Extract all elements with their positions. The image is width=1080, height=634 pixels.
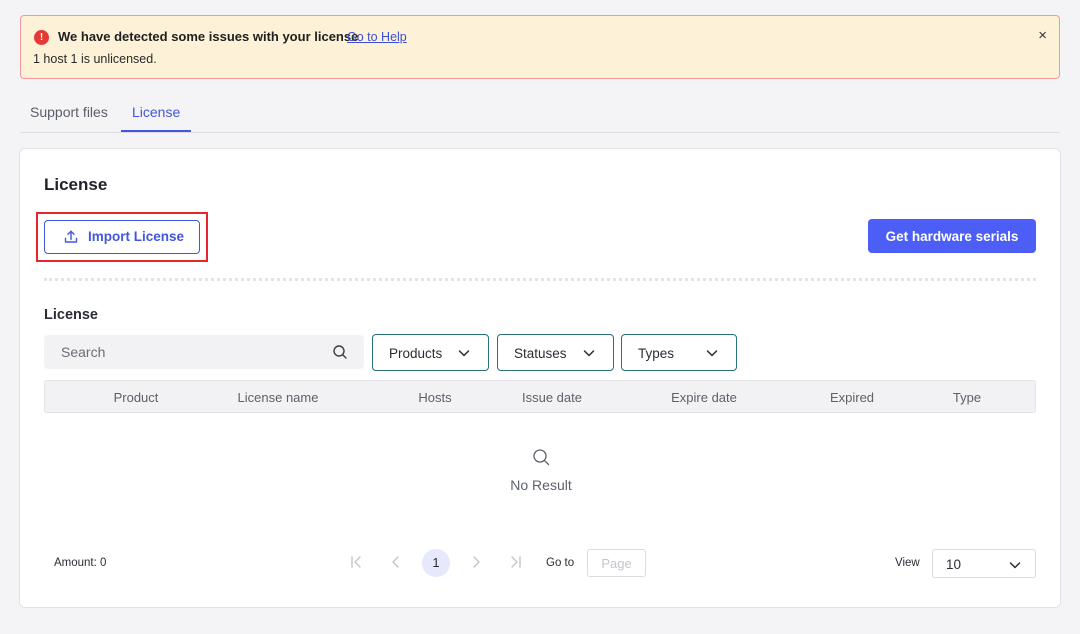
types-label: Types [638,346,675,361]
column-header-hosts[interactable]: Hosts [418,390,451,405]
current-page-button[interactable]: 1 [422,549,450,577]
products-label: Products [389,346,443,361]
alert-message: 1 host 1 is unlicensed. [33,52,157,66]
license-alert: ! We have detected some issues with your… [20,15,1060,79]
page-size-value: 10 [946,557,962,572]
alert-title: We have detected some issues with your l… [58,29,359,44]
column-header-expire-date[interactable]: Expire date [671,390,737,405]
page-input[interactable] [587,549,646,577]
tab-support-files[interactable]: Support files [30,104,108,120]
tab-license[interactable]: License [132,104,180,120]
upload-icon [64,230,78,243]
products-dropdown[interactable]: Products [372,334,489,371]
page-title: License [44,175,108,194]
chevron-down-icon [458,350,470,357]
amount-label: Amount: 0 [54,557,107,569]
table-header: Product License name Hosts Issue date Ex… [44,380,1036,413]
active-tab-indicator [121,130,191,132]
get-hardware-serials-button[interactable]: Get hardware serials [868,219,1036,253]
go-to-help-link[interactable]: Go to Help [347,30,407,44]
next-page-icon[interactable] [468,554,484,570]
chevron-down-icon [706,350,718,357]
import-license-label: Import License [88,229,185,244]
import-license-button[interactable]: Import License [44,220,200,254]
statuses-dropdown[interactable]: Statuses [497,334,614,371]
search-icon[interactable] [332,344,348,360]
section-title: License [44,307,98,323]
close-icon[interactable]: × [1038,28,1047,44]
column-header-license-name[interactable]: License name [238,390,319,405]
error-icon: ! [34,30,49,45]
divider [44,278,1036,281]
search-icon [533,449,550,466]
column-header-type[interactable]: Type [953,390,981,405]
previous-page-icon[interactable] [388,554,404,570]
column-header-issue-date[interactable]: Issue date [522,390,582,405]
types-dropdown[interactable]: Types [621,334,737,371]
last-page-icon[interactable] [508,554,524,570]
tab-bar: Support files License [20,96,1060,133]
statuses-label: Statuses [514,346,567,361]
first-page-icon[interactable] [348,554,364,570]
column-header-expired[interactable]: Expired [830,390,874,405]
goto-label: Go to [546,557,575,569]
view-label: View [895,557,920,569]
chevron-down-icon [1009,562,1021,569]
search-input[interactable] [44,335,364,369]
empty-state-text: No Result [510,477,572,493]
chevron-down-icon [583,350,595,357]
license-card: License Import License Get hardware seri… [19,148,1061,608]
page-size-select[interactable]: 10 [932,549,1036,578]
column-header-product[interactable]: Product [114,390,159,405]
